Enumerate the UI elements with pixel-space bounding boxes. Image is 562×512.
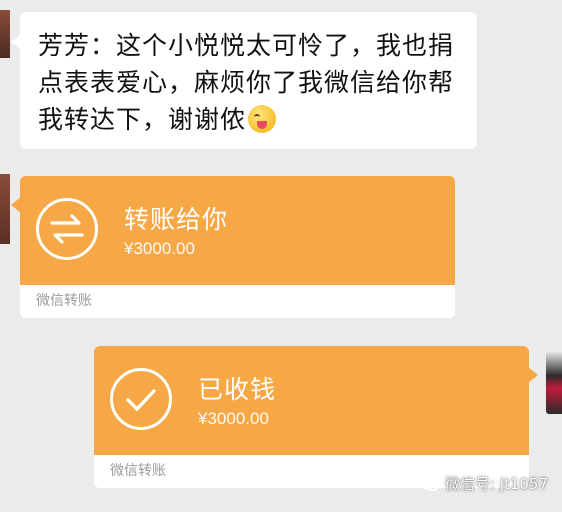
message-text: 芳芳：这个小悦悦太可怜了，我也捐点表表爱心，麻烦你了我微信给你帮我转达下，谢谢侬 xyxy=(38,27,461,138)
transfer-amount: ¥3000.00 xyxy=(124,239,195,258)
sender-avatar[interactable] xyxy=(0,174,10,244)
transfer-card-header: 转账给你 ¥3000.00 xyxy=(11,176,455,285)
transfer-arrows-icon xyxy=(36,198,98,260)
watermark: 微信号: jt1057 xyxy=(419,473,548,494)
text-message-bubble[interactable]: 芳芳：这个小悦悦太可怜了，我也捐点表表爱心，麻烦你了我微信给你帮我转达下，谢谢侬 xyxy=(11,12,477,149)
watermark-text: 微信号: jt1057 xyxy=(444,475,548,493)
sender-avatar[interactable] xyxy=(0,10,10,58)
transfer-received-card[interactable]: 转账给你 ¥3000.00 微信转账 xyxy=(11,176,455,318)
winking-tongue-emoji-icon xyxy=(248,105,277,133)
transfer-card-header: 已收钱 ¥3000.00 xyxy=(94,346,538,455)
message-content: 芳芳：这个小悦悦太可怜了，我也捐点表表爱心，麻烦你了我微信给你帮我转达下，谢谢侬 xyxy=(38,31,455,134)
wechat-logo-icon xyxy=(419,475,439,492)
receiver-avatar[interactable] xyxy=(546,350,562,414)
transfer-amount: ¥3000.00 xyxy=(198,409,269,428)
checkmark-icon xyxy=(110,368,172,430)
transfer-footer-label: 微信转账 xyxy=(20,285,455,318)
transfer-title: 已收钱 xyxy=(198,375,277,404)
transfer-title: 转账给你 xyxy=(124,205,229,234)
transfer-accepted-card[interactable]: 已收钱 ¥3000.00 微信转账 xyxy=(94,346,538,488)
